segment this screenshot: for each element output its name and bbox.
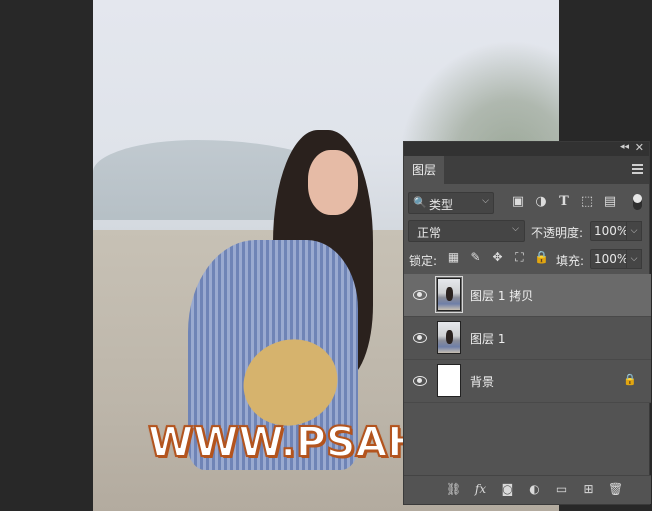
shape-filter-icon[interactable]: ⬚ — [579, 194, 595, 210]
link-layers-icon[interactable]: ⛓ — [446, 482, 461, 497]
blend-mode-select[interactable]: 正常 ⌵ — [408, 220, 525, 242]
layer-thumbnail — [435, 276, 463, 313]
chevron-down-icon: ⌵ — [512, 224, 519, 234]
panel-tab-strip: 图层 — [404, 156, 649, 184]
trash-icon[interactable]: 🗑 — [608, 482, 623, 497]
layer-name[interactable]: 图层 1 — [470, 330, 505, 347]
layers-list: 图层 1 拷贝 图层 1 背景 🔒 — [404, 274, 651, 403]
opacity-label: 不透明度: — [531, 226, 584, 240]
visibility-eye-icon[interactable] — [412, 287, 428, 301]
image-filter-icon[interactable]: ▣ — [510, 194, 526, 210]
new-layer-icon[interactable]: ⊞ — [581, 482, 596, 497]
lock-position-icon[interactable]: ✥ — [490, 250, 505, 265]
filter-kind-label: 类型 — [429, 198, 454, 212]
panel-title-bar: ◂◂ ✕ — [404, 141, 649, 156]
close-panel-icon[interactable]: ✕ — [635, 141, 644, 154]
lock-all-icon[interactable]: 🔒 — [534, 250, 549, 265]
layer-row[interactable]: 图层 1 — [404, 317, 651, 360]
fill-label: 填充: — [556, 254, 585, 268]
fill-value: 100% — [594, 252, 629, 266]
lock-image-pixels-icon[interactable]: ✎ — [468, 250, 483, 265]
visibility-eye-icon[interactable] — [412, 373, 428, 387]
tab-layers[interactable]: 图层 — [404, 156, 444, 184]
layer-thumbnail — [437, 364, 461, 397]
opacity-dropdown-button[interactable]: ⌵ — [626, 221, 642, 241]
photo-subject-face — [308, 150, 358, 215]
lock-transparent-pixels-icon[interactable]: ▦ — [446, 250, 461, 265]
smart-object-filter-icon[interactable]: ▤ — [602, 194, 618, 210]
lock-icon: 🔒 — [623, 373, 637, 386]
layer-thumbnail — [437, 321, 461, 354]
fx-icon[interactable]: fx — [473, 482, 488, 497]
search-icon: 🔍 — [413, 196, 427, 209]
group-folder-icon[interactable]: ▭ — [554, 482, 569, 497]
mask-icon[interactable]: ◙ — [500, 482, 515, 497]
chevron-down-icon: ⌵ — [482, 196, 489, 206]
layer-name[interactable]: 背景 — [470, 373, 494, 390]
visibility-eye-icon[interactable] — [412, 330, 428, 344]
panel-menu-icon[interactable] — [632, 164, 643, 174]
lock-row: 锁定: ▦ ✎ ✥ ⛶ 🔒 填充: 100% ⌵ — [404, 248, 651, 272]
blend-mode-value: 正常 — [417, 226, 442, 240]
blend-row: 正常 ⌵ 不透明度: 100% ⌵ — [404, 220, 651, 244]
adjustment-layer-icon[interactable]: ◐ — [527, 482, 542, 497]
layer-row[interactable]: 背景 🔒 — [404, 360, 651, 403]
layer-name[interactable]: 图层 1 拷贝 — [470, 287, 533, 304]
adjustment-filter-icon[interactable]: ◑ — [533, 194, 549, 210]
filter-toggle-switch[interactable] — [633, 194, 642, 210]
layer-filter-select[interactable]: 🔍 类型 ⌵ — [408, 192, 494, 214]
type-filter-icon[interactable]: T — [556, 194, 572, 210]
fill-dropdown-button[interactable]: ⌵ — [626, 249, 642, 269]
collapse-panel-icon[interactable]: ◂◂ — [620, 142, 629, 152]
filter-row: 🔍 类型 ⌵ ▣ ◑ T ⬚ ▤ — [404, 192, 651, 216]
opacity-value: 100% — [594, 224, 629, 238]
layer-row[interactable]: 图层 1 拷贝 — [404, 274, 651, 317]
layers-bottom-toolbar: ⛓ fx ◙ ◐ ▭ ⊞ 🗑 — [404, 475, 651, 504]
lock-label: 锁定: — [409, 254, 438, 268]
layers-panel: ◂◂ ✕ 图层 🔍 类型 ⌵ ▣ ◑ T ⬚ ▤ 正常 ⌵ 不透明度: 100%… — [403, 141, 651, 505]
lock-artboard-icon[interactable]: ⛶ — [512, 250, 527, 265]
